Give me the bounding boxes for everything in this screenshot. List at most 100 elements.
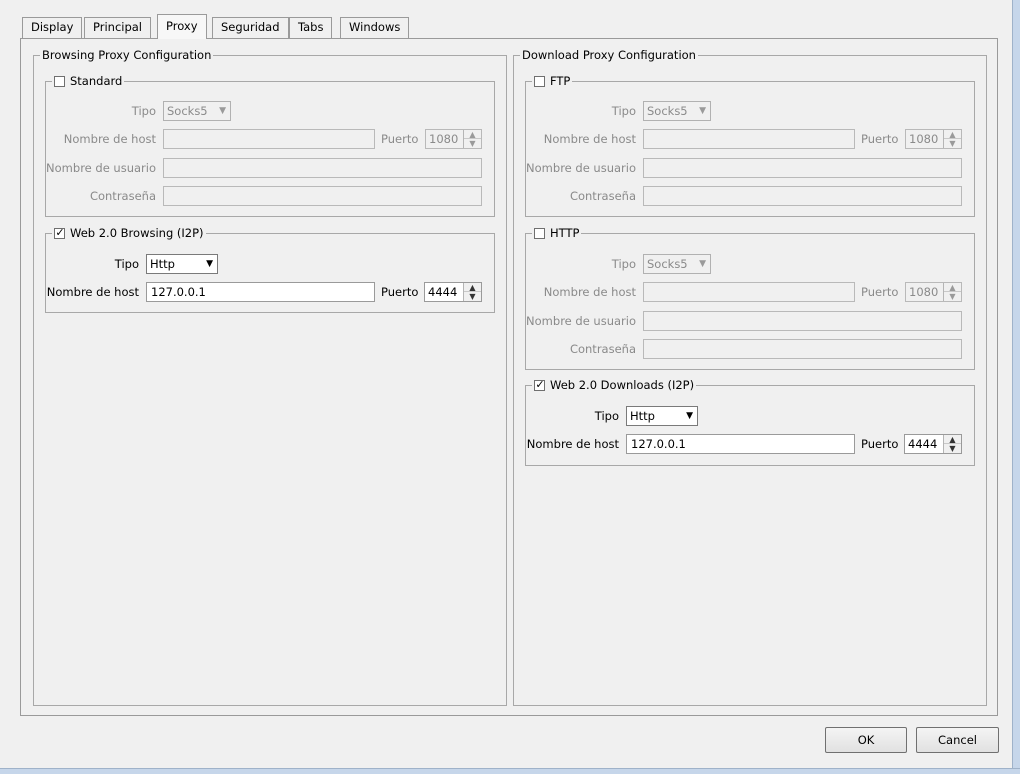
http-tipo-label: Tipo — [611, 257, 636, 271]
web20-browsing-title: ✓ Web 2.0 Browsing (I2P) — [52, 225, 206, 241]
web20-downloads-title: ✓ Web 2.0 Downloads (I2P) — [532, 377, 697, 393]
ftp-puerto-label: Puerto — [861, 132, 899, 146]
http-label: HTTP — [550, 226, 580, 240]
ftp-user-input[interactable] — [643, 158, 962, 178]
ftp-title: FTP — [532, 73, 573, 89]
standard-puerto-value: 1080 — [429, 132, 459, 146]
browsing-proxy-group: Browsing Proxy Configuration Standard Ti… — [33, 47, 507, 706]
http-group: HTTP Tipo Socks5 ▼ Nombre de host Puerto… — [525, 225, 975, 370]
ftp-puerto-spinner[interactable]: 1080 ▲ ▼ — [905, 129, 962, 149]
standard-checkbox[interactable] — [54, 75, 65, 87]
spinner-buttons[interactable]: ▲ ▼ — [463, 130, 481, 148]
web20-browsing-tipo-label: Tipo — [114, 257, 139, 271]
web20-downloads-tipo-select[interactable]: Http ▼ — [626, 406, 698, 426]
tab-windows[interactable]: Windows — [340, 17, 410, 38]
web20-downloads-puerto-spinner[interactable]: 4444 ▲ ▼ — [904, 434, 962, 454]
web20-downloads-checkbox[interactable]: ✓ — [534, 377, 545, 391]
http-user-label: Nombre de usuario — [526, 314, 636, 328]
http-puerto-spinner[interactable]: 1080 ▲ ▼ — [905, 282, 962, 302]
http-user-input[interactable] — [643, 311, 962, 331]
web20-browsing-checkbox[interactable]: ✓ — [54, 225, 65, 239]
ok-button[interactable]: OK — [825, 727, 907, 753]
web20-downloads-puerto-label: Puerto — [861, 437, 899, 451]
http-pass-label: Contraseña — [569, 342, 636, 356]
chevron-down-icon: ▼ — [699, 106, 706, 116]
standard-label: Standard — [70, 74, 123, 88]
tab-display[interactable]: Display — [22, 17, 83, 38]
web20-downloads-tipo-label: Tipo — [594, 409, 619, 423]
ftp-tipo-select[interactable]: Socks5 ▼ — [643, 101, 711, 121]
download-proxy-group: Download Proxy Configuration FTP Tipo So… — [513, 47, 987, 706]
standard-user-label: Nombre de usuario — [46, 161, 156, 175]
web20-browsing-puerto-value: 4444 — [428, 285, 458, 299]
checkmark-icon: ✓ — [535, 377, 545, 391]
http-pass-input[interactable] — [643, 339, 962, 359]
web20-browsing-host-label: Nombre de host — [46, 285, 139, 299]
chevron-down-icon: ▼ — [219, 106, 226, 116]
ftp-host-label: Nombre de host — [543, 132, 636, 146]
spinner-buttons[interactable]: ▲ ▼ — [943, 435, 961, 453]
tab-proxy[interactable]: Proxy — [157, 14, 207, 39]
standard-puerto-label: Puerto — [381, 132, 419, 146]
standard-user-input[interactable] — [163, 158, 482, 178]
spinner-buttons[interactable]: ▲ ▼ — [943, 283, 961, 301]
standard-pass-label: Contraseña — [89, 189, 156, 203]
window-frame-right — [1012, 0, 1020, 774]
chevron-up-icon: ▲ — [944, 283, 961, 292]
standard-tipo-select[interactable]: Socks5 ▼ — [163, 101, 231, 121]
http-tipo-select[interactable]: Socks5 ▼ — [643, 254, 711, 274]
window-frame-bottom — [0, 768, 1020, 774]
http-host-input[interactable] — [643, 282, 855, 302]
standard-group: Standard Tipo Socks5 ▼ Nombre de host Pu… — [45, 73, 495, 217]
checkmark-icon: ✓ — [55, 225, 65, 239]
chevron-down-icon: ▼ — [469, 292, 476, 301]
cancel-button[interactable]: Cancel — [916, 727, 999, 753]
web20-browsing-label: Web 2.0 Browsing (I2P) — [70, 226, 204, 240]
chevron-down-icon: ▼ — [686, 411, 693, 421]
ftp-pass-label: Contraseña — [569, 189, 636, 203]
spinner-buttons[interactable]: ▲ ▼ — [943, 130, 961, 148]
ftp-tipo-value: Socks5 — [647, 104, 688, 118]
standard-pass-input[interactable] — [163, 186, 482, 206]
web20-downloads-host-label: Nombre de host — [526, 437, 619, 451]
tab-tabs[interactable]: Tabs — [289, 17, 333, 38]
web20-downloads-puerto-value: 4444 — [908, 437, 938, 451]
spinner-buttons[interactable]: ▲ ▼ — [463, 283, 481, 301]
tab-seguridad[interactable]: Seguridad — [212, 17, 289, 38]
standard-puerto-spinner[interactable]: 1080 ▲ ▼ — [425, 129, 482, 149]
http-tipo-value: Socks5 — [647, 257, 688, 271]
proxy-tab-panel: Browsing Proxy Configuration Standard Ti… — [20, 38, 998, 716]
ftp-pass-input[interactable] — [643, 186, 962, 206]
ftp-label: FTP — [550, 74, 571, 88]
http-puerto-label: Puerto — [861, 285, 899, 299]
chevron-down-icon: ▼ — [469, 139, 476, 148]
chevron-down-icon: ▼ — [699, 259, 706, 269]
web20-browsing-puerto-label: Puerto — [381, 285, 419, 299]
chevron-up-icon: ▲ — [944, 435, 961, 444]
download-proxy-title: Download Proxy Configuration — [520, 47, 698, 63]
web20-browsing-puerto-spinner[interactable]: 4444 ▲ ▼ — [424, 282, 482, 302]
ftp-puerto-value: 1080 — [909, 132, 939, 146]
tab-principal[interactable]: Principal — [84, 17, 152, 38]
web20-browsing-host-input[interactable]: 127.0.0.1 — [146, 282, 375, 302]
http-checkbox[interactable] — [534, 227, 545, 239]
standard-host-label: Nombre de host — [63, 132, 156, 146]
web20-downloads-label: Web 2.0 Downloads (I2P) — [550, 378, 695, 392]
web20-browsing-group: ✓ Web 2.0 Browsing (I2P) Tipo Http ▼ Nom… — [45, 225, 495, 313]
standard-tipo-label: Tipo — [131, 104, 156, 118]
chevron-down-icon: ▼ — [949, 444, 956, 453]
http-puerto-value: 1080 — [909, 285, 939, 299]
browsing-proxy-title: Browsing Proxy Configuration — [40, 47, 214, 63]
ftp-tipo-label: Tipo — [611, 104, 636, 118]
ftp-host-input[interactable] — [643, 129, 855, 149]
web20-downloads-tipo-value: Http — [630, 409, 655, 423]
chevron-down-icon: ▼ — [206, 259, 213, 269]
web20-downloads-host-input[interactable]: 127.0.0.1 — [626, 434, 855, 454]
http-title: HTTP — [532, 225, 582, 241]
chevron-down-icon: ▼ — [949, 139, 956, 148]
web20-downloads-group: ✓ Web 2.0 Downloads (I2P) Tipo Http ▼ No… — [525, 377, 975, 466]
chevron-down-icon: ▼ — [949, 292, 956, 301]
standard-host-input[interactable] — [163, 129, 375, 149]
web20-browsing-tipo-select[interactable]: Http ▼ — [146, 254, 218, 274]
ftp-checkbox[interactable] — [534, 75, 545, 87]
